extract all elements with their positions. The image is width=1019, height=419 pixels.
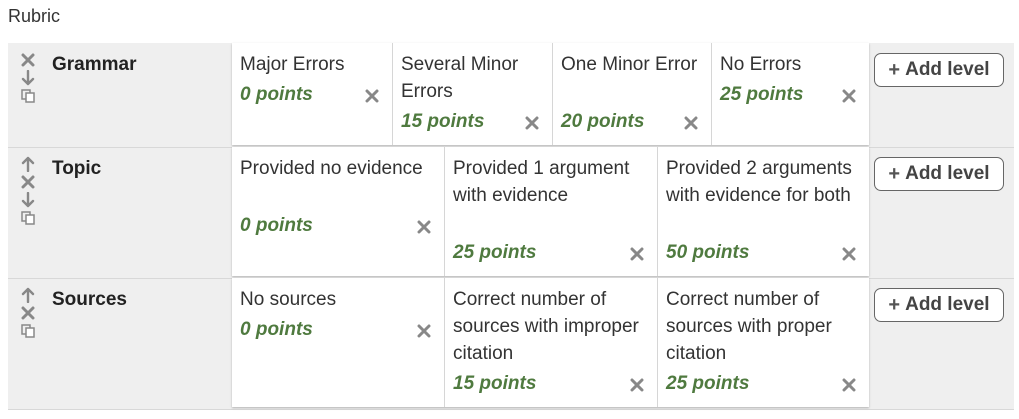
delete-criterion-icon[interactable] (18, 173, 38, 191)
criterion-name[interactable]: Grammar (52, 54, 137, 76)
delete-level-icon[interactable] (629, 246, 645, 262)
criterion-name[interactable]: Topic (52, 158, 101, 180)
level-points[interactable]: 50 points (666, 242, 749, 264)
levels: Major Errors 0 points Several Minor Erro… (232, 43, 869, 145)
level-cell[interactable]: Provided 2 arguments with evidence for b… (657, 147, 869, 276)
level-points[interactable]: 15 points (401, 111, 484, 133)
criterion-row-topic: Topic Provided no evidence 0 points Prov… (8, 147, 1014, 279)
level-cell[interactable]: Several Minor Errors 15 points (392, 43, 552, 145)
add-level-button[interactable]: + Add level (874, 157, 1004, 191)
level-cell[interactable]: One Minor Error 20 points (552, 43, 711, 145)
level-points[interactable]: 25 points (666, 373, 749, 395)
copy-icon[interactable] (18, 87, 38, 105)
criterion-row-grammar: Grammar Major Errors 0 points Several Mi… (8, 43, 1014, 148)
level-description[interactable]: Major Errors (240, 51, 384, 78)
copy-icon[interactable] (18, 322, 38, 340)
level-cell[interactable]: No sources 0 points (232, 278, 444, 407)
plus-icon: + (888, 162, 901, 185)
level-points[interactable]: 20 points (561, 111, 644, 133)
move-down-icon[interactable] (18, 69, 38, 87)
level-description[interactable]: No sources (240, 286, 436, 313)
criterion-name[interactable]: Sources (52, 289, 127, 311)
level-description[interactable]: No Errors (720, 51, 861, 78)
level-points[interactable]: 0 points (240, 84, 313, 106)
level-description[interactable]: Several Minor Errors (401, 51, 544, 105)
rubric-title: Rubric (8, 6, 61, 26)
level-points[interactable]: 0 points (240, 215, 313, 237)
plus-icon: + (888, 58, 901, 81)
level-points[interactable]: 0 points (240, 319, 313, 341)
level-cell[interactable]: Provided 1 argument with evidence 25 poi… (444, 147, 657, 276)
rubric-table: Grammar Major Errors 0 points Several Mi… (8, 43, 1014, 410)
level-description[interactable]: Provided no evidence (240, 155, 436, 182)
delete-level-icon[interactable] (416, 323, 432, 339)
plus-icon: + (888, 293, 901, 316)
delete-level-icon[interactable] (364, 88, 380, 104)
level-description[interactable]: One Minor Error (561, 51, 703, 78)
level-description[interactable]: Provided 1 argument with evidence (453, 155, 649, 209)
levels: Provided no evidence 0 points Provided 1… (232, 147, 869, 276)
move-down-icon[interactable] (18, 191, 38, 209)
level-points[interactable]: 25 points (453, 242, 536, 264)
copy-icon[interactable] (18, 209, 38, 227)
delete-level-icon[interactable] (629, 377, 645, 393)
delete-criterion-icon[interactable] (18, 51, 38, 69)
delete-level-icon[interactable] (841, 88, 857, 104)
delete-level-icon[interactable] (841, 246, 857, 262)
add-level-label: Add level (905, 163, 990, 184)
delete-level-icon[interactable] (841, 377, 857, 393)
move-up-icon[interactable] (18, 155, 38, 173)
delete-criterion-icon[interactable] (18, 304, 38, 322)
level-cell[interactable]: Major Errors 0 points (232, 43, 392, 145)
level-cell[interactable]: Correct number of sources with proper ci… (657, 278, 869, 407)
add-level-button[interactable]: + Add level (874, 53, 1004, 87)
level-description[interactable]: Correct number of sources with improper … (453, 286, 649, 367)
level-cell[interactable]: Provided no evidence 0 points (232, 147, 444, 276)
levels: No sources 0 points Correct number of so… (232, 278, 869, 407)
move-up-icon[interactable] (18, 286, 38, 304)
add-level-label: Add level (905, 294, 990, 315)
level-cell[interactable]: No Errors 25 points (711, 43, 869, 145)
level-cell[interactable]: Correct number of sources with improper … (444, 278, 657, 407)
add-level-label: Add level (905, 59, 990, 80)
add-level-button[interactable]: + Add level (874, 288, 1004, 322)
level-points[interactable]: 15 points (453, 373, 536, 395)
level-description[interactable]: Provided 2 arguments with evidence for b… (666, 155, 861, 209)
level-description[interactable]: Correct number of sources with proper ci… (666, 286, 861, 367)
delete-level-icon[interactable] (416, 219, 432, 235)
level-points[interactable]: 25 points (720, 84, 803, 106)
delete-level-icon[interactable] (524, 115, 540, 131)
delete-level-icon[interactable] (683, 115, 699, 131)
criterion-row-sources: Sources No sources 0 points Correct numb… (8, 278, 1014, 410)
